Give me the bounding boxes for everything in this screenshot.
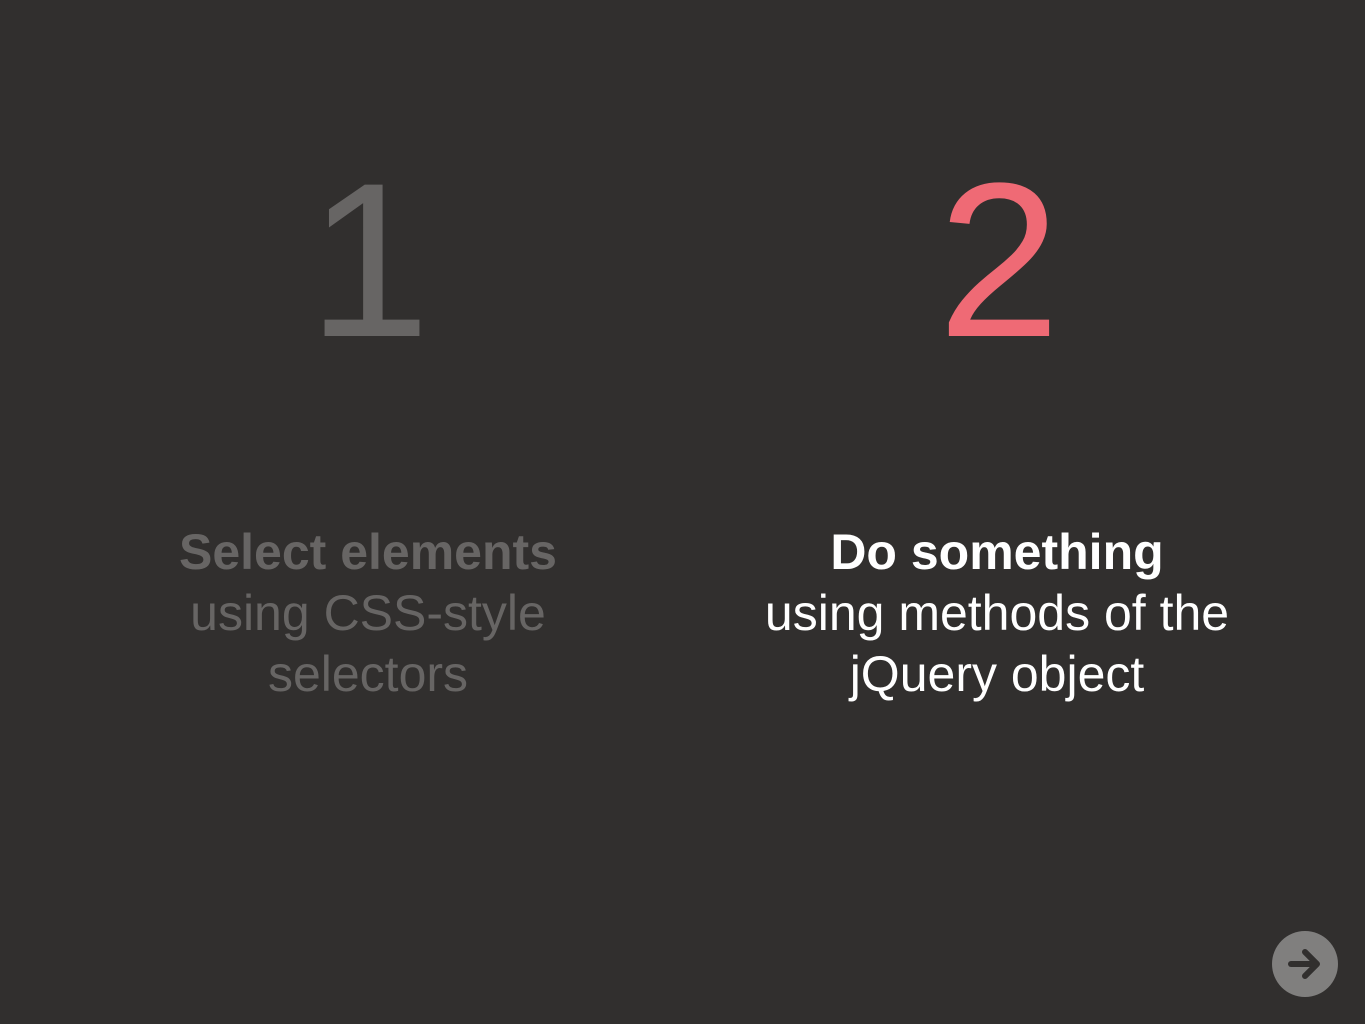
arrow-right-icon (1288, 949, 1320, 979)
step-1-number: 1 (307, 137, 430, 383)
step-2-title: Do something (830, 524, 1164, 580)
step-1-text: Select elements using CSS-style selector… (128, 522, 608, 705)
step-2-description: using methods of the jQuery object (764, 585, 1230, 702)
step-2-number: 2 (937, 137, 1060, 383)
step-2-text: Do something using methods of the jQuery… (757, 522, 1237, 705)
step-1-title: Select elements (179, 524, 557, 580)
slide: 1 2 Select elements using CSS-style sele… (0, 0, 1365, 1024)
step-1-description: using CSS-style selectors (190, 585, 546, 702)
next-slide-button[interactable] (1272, 931, 1338, 997)
